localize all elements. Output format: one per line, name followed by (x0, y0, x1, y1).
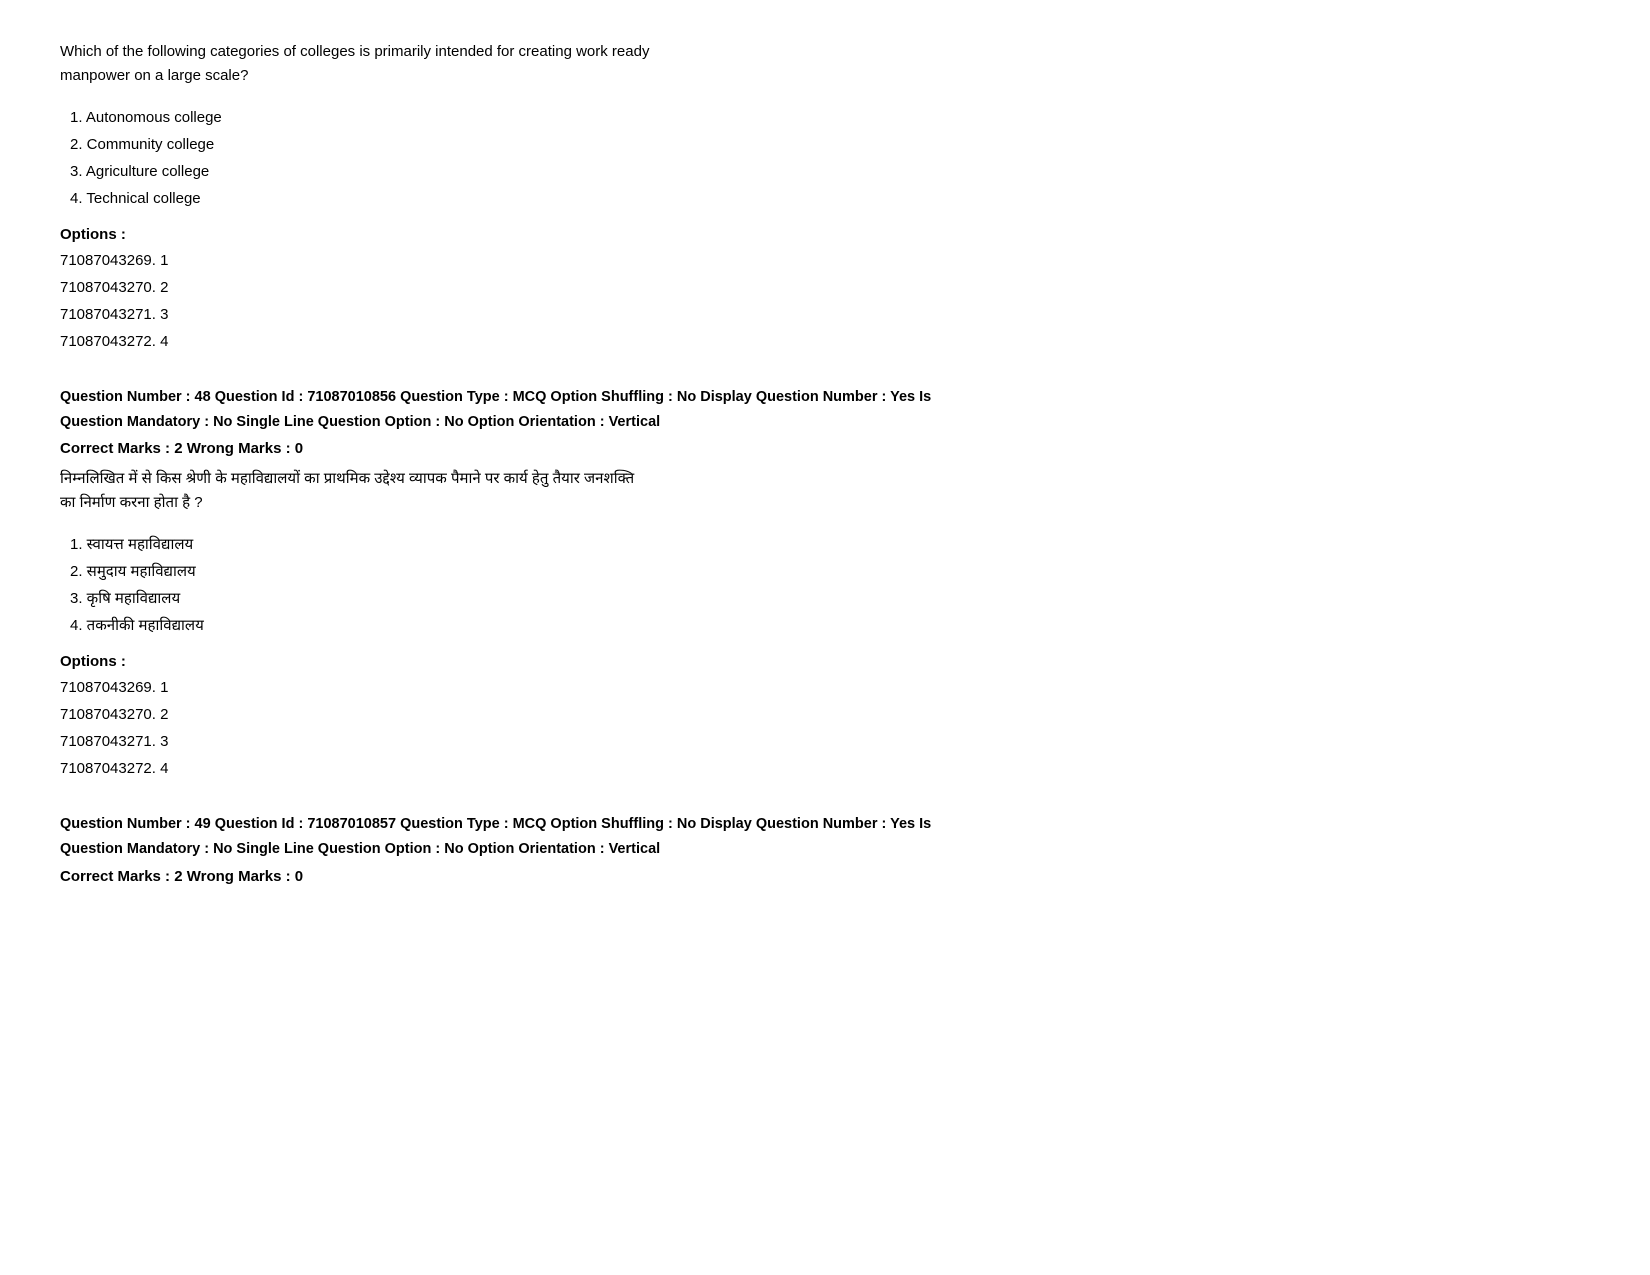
list-item: 2. समुदाय महाविद्यालय (70, 558, 1590, 585)
list-item: 3. कृषि महाविद्यालय (70, 585, 1590, 612)
option-value: 71087043272. 4 (60, 755, 1590, 782)
list-item: 4. Technical college (70, 185, 1590, 212)
options-list-hi: 1. स्वायत्त महाविद्यालय 2. समुदाय महाविद… (60, 531, 1590, 639)
option-value: 71087043269. 1 (60, 674, 1590, 701)
option-value: 71087043270. 2 (60, 701, 1590, 728)
list-item: 1. Autonomous college (70, 104, 1590, 131)
correct-marks-48: Correct Marks : 2 Wrong Marks : 0 (60, 440, 1590, 457)
options-list-en: 1. Autonomous college 2. Community colle… (60, 104, 1590, 212)
option-value: 71087043271. 3 (60, 301, 1590, 328)
option-value: 71087043272. 4 (60, 328, 1590, 355)
option-value: 71087043270. 2 (60, 274, 1590, 301)
question-text-hi: निम्नलिखित में से किस श्रेणी के महाविद्य… (60, 467, 1590, 515)
option-value: 71087043269. 1 (60, 247, 1590, 274)
question-meta-49: Question Number : 49 Question Id : 71087… (60, 812, 1590, 861)
option-value: 71087043271. 3 (60, 728, 1590, 755)
list-item: 1. स्वायत्त महाविद्यालय (70, 531, 1590, 558)
options-label-hi: Options : (60, 653, 1590, 670)
question-meta-48: Question Number : 48 Question Id : 71087… (60, 385, 1590, 434)
options-label-en: Options : (60, 226, 1590, 243)
list-item: 3. Agriculture college (70, 158, 1590, 185)
section1: Which of the following categories of col… (60, 40, 1590, 355)
correct-marks-49: Correct Marks : 2 Wrong Marks : 0 (60, 868, 1590, 885)
list-item: 4. तकनीकी महाविद्यालय (70, 612, 1590, 639)
list-item: 2. Community college (70, 131, 1590, 158)
section2: Question Number : 48 Question Id : 71087… (60, 385, 1590, 782)
section3: Question Number : 49 Question Id : 71087… (60, 812, 1590, 884)
question-text-en: Which of the following categories of col… (60, 40, 1590, 88)
